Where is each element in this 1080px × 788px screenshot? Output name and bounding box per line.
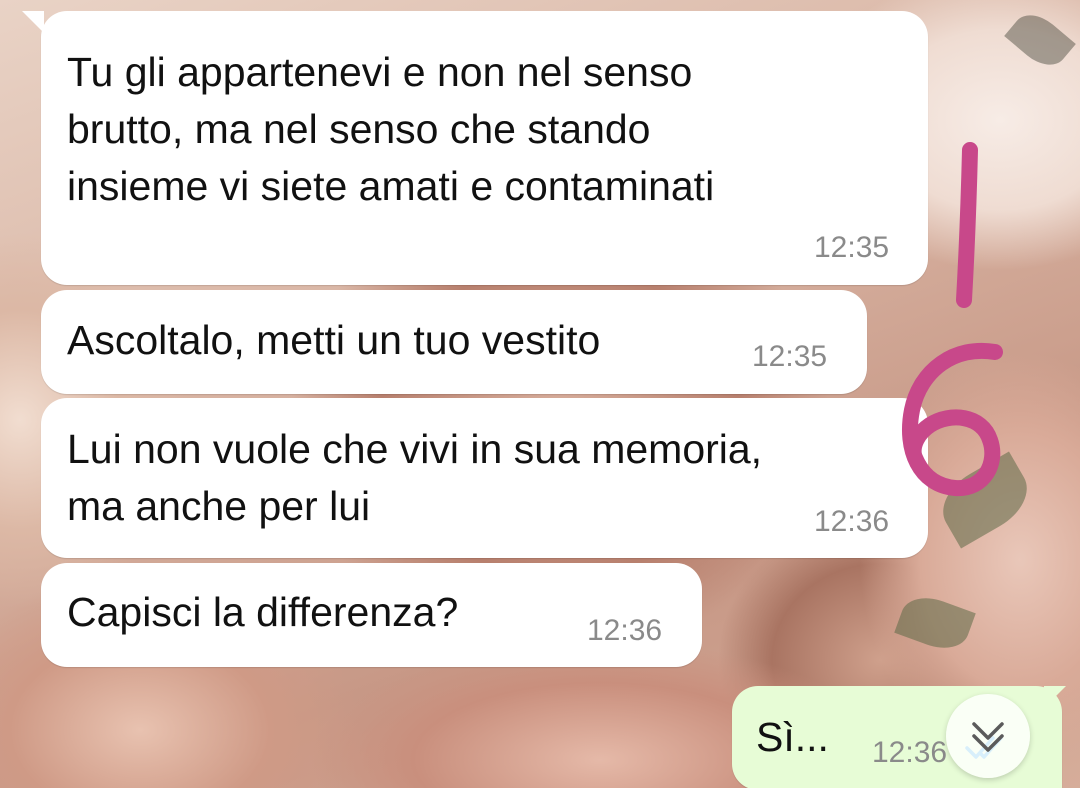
message-text: Ascoltalo, metti un tuo vestito bbox=[67, 312, 600, 369]
wallpaper-leaf bbox=[894, 589, 976, 657]
message-line: ma anche per lui bbox=[67, 483, 371, 529]
message-line: Sì... bbox=[756, 714, 829, 760]
bubble-tail bbox=[1044, 686, 1066, 708]
message-text: Tu gli appartenevi e non nel senso brutt… bbox=[67, 44, 714, 215]
message-text: Sì... bbox=[756, 709, 829, 766]
incoming-message[interactable]: Ascoltalo, metti un tuo vestito 12:35 bbox=[41, 290, 867, 394]
incoming-message[interactable]: Lui non vuole che vivi in sua memoria, m… bbox=[41, 398, 928, 558]
scroll-to-bottom-button[interactable] bbox=[946, 694, 1030, 778]
bubble-tail bbox=[22, 11, 44, 33]
message-line: Tu gli appartenevi e non nel senso bbox=[67, 49, 693, 95]
message-line: brutto, ma nel senso che stando bbox=[67, 106, 651, 152]
double-chevron-down-icon bbox=[972, 722, 1004, 752]
incoming-message[interactable]: Capisci la differenza? 12:36 bbox=[41, 563, 702, 667]
message-line: Ascoltalo, metti un tuo vestito bbox=[67, 317, 601, 363]
message-line: insieme vi siete amati e contaminati bbox=[67, 163, 715, 209]
message-timestamp: 12:36 bbox=[587, 614, 663, 647]
message-text: Lui non vuole che vivi in sua memoria, m… bbox=[67, 421, 762, 535]
message-timestamp: 12:35 bbox=[752, 340, 828, 373]
incoming-message[interactable]: Tu gli appartenevi e non nel senso brutt… bbox=[41, 11, 928, 285]
message-timestamp: 12:35 bbox=[814, 231, 890, 264]
message-timestamp: 12:36 bbox=[872, 736, 948, 769]
message-line: Lui non vuole che vivi in sua memoria, bbox=[67, 426, 763, 472]
message-timestamp: 12:36 bbox=[814, 505, 890, 538]
wallpaper-leaf bbox=[1004, 5, 1076, 75]
message-text: Capisci la differenza? bbox=[67, 584, 458, 641]
wallpaper-leaf bbox=[931, 451, 1039, 549]
message-line: Capisci la differenza? bbox=[67, 589, 459, 635]
